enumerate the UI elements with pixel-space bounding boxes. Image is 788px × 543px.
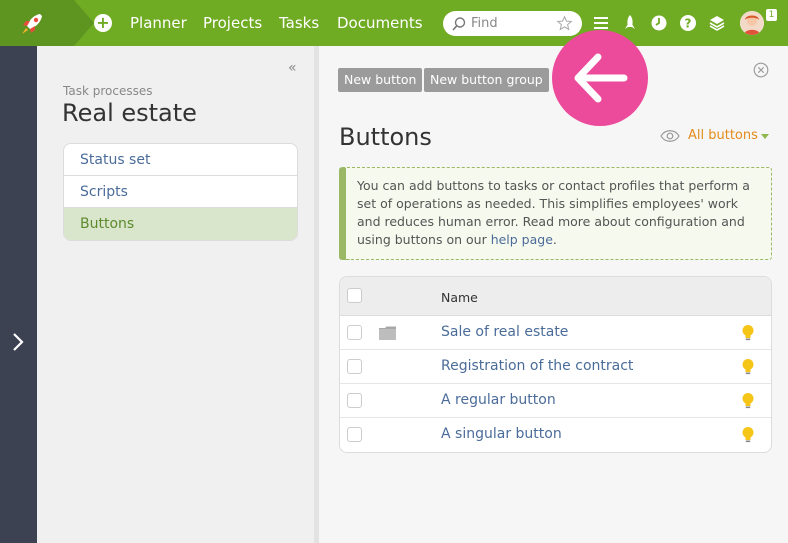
rocket-icon[interactable]: [620, 13, 640, 33]
arrow-left-icon: [574, 53, 628, 103]
lightbulb-icon[interactable]: [741, 392, 755, 410]
lightbulb-icon[interactable]: [741, 324, 755, 342]
sidebar-title: Real estate: [62, 99, 197, 127]
sidebar: « Task processes Real estate Status set …: [37, 46, 314, 543]
row-name-link[interactable]: A regular button: [441, 392, 556, 408]
help-page-link[interactable]: help page: [491, 232, 553, 247]
avatar[interactable]: [740, 11, 764, 35]
table-row[interactable]: A regular button: [340, 384, 771, 418]
search-input[interactable]: [471, 14, 556, 33]
new-button-button[interactable]: New button: [338, 68, 423, 92]
table-row[interactable]: Sale of real estate: [340, 316, 771, 350]
table-header: Name: [340, 277, 771, 316]
sidebar-item-scripts[interactable]: Scripts: [64, 176, 297, 208]
eye-icon[interactable]: [660, 129, 680, 143]
clock-icon[interactable]: [649, 13, 669, 33]
nav-tasks[interactable]: Tasks: [279, 14, 319, 32]
layers-icon[interactable]: [707, 13, 727, 33]
row-name-link[interactable]: Registration of the contract: [441, 358, 633, 374]
chevron-right-icon[interactable]: [9, 331, 27, 353]
filter-dropdown[interactable]: All buttons: [688, 128, 758, 143]
search-box[interactable]: [443, 11, 582, 36]
lightbulb-icon[interactable]: [741, 426, 755, 444]
page-title: Buttons: [339, 123, 432, 151]
row-name-link[interactable]: A singular button: [441, 426, 562, 442]
row-name-link[interactable]: Sale of real estate: [441, 324, 568, 340]
row-checkbox[interactable]: [347, 427, 362, 442]
nav-projects[interactable]: Projects: [203, 14, 262, 32]
search-icon: [452, 17, 466, 31]
caret-down-icon[interactable]: [761, 134, 769, 139]
table-row[interactable]: Registration of the contract: [340, 350, 771, 384]
help-icon[interactable]: ?: [678, 13, 698, 33]
table-row[interactable]: A singular button: [340, 418, 771, 452]
folder-icon: [379, 326, 396, 340]
collapse-sidebar-icon[interactable]: «: [288, 60, 297, 76]
sidebar-menu: Status set Scripts Buttons: [63, 143, 298, 241]
row-checkbox[interactable]: [347, 359, 362, 374]
nav-documents[interactable]: Documents: [337, 14, 423, 32]
new-button-group-button[interactable]: New button group: [424, 68, 549, 92]
collapsed-panel-strip[interactable]: [0, 46, 37, 543]
row-checkbox[interactable]: [347, 325, 362, 340]
user-avatar-icon: [740, 11, 764, 35]
row-checkbox[interactable]: [347, 393, 362, 408]
info-text-end: .: [552, 232, 557, 247]
nav-planner[interactable]: Planner: [130, 14, 187, 32]
add-icon[interactable]: +: [94, 14, 112, 32]
top-bar: + Planner Projects Tasks Documents ?: [0, 0, 788, 46]
sidebar-item-buttons[interactable]: Buttons: [64, 208, 297, 240]
notification-badge: 1: [766, 9, 777, 21]
logo-arrow-shape: [74, 0, 94, 46]
main-content: New button New button group Buttons All …: [319, 46, 788, 543]
highlight-arrow-overlay: [552, 30, 648, 126]
sidebar-item-status-set[interactable]: Status set: [64, 144, 297, 176]
buttons-table: Name Sale of real estate Registration of…: [339, 276, 772, 453]
sidebar-subtitle: Task processes: [63, 84, 153, 98]
select-all-checkbox[interactable]: [347, 288, 362, 303]
logo-area[interactable]: [0, 0, 74, 46]
info-box: You can add buttons to tasks or contact …: [339, 167, 772, 260]
star-icon[interactable]: [556, 15, 573, 32]
column-header-name[interactable]: Name: [441, 290, 478, 305]
svg-text:?: ?: [685, 17, 692, 31]
close-icon[interactable]: [753, 62, 769, 78]
lightbulb-icon[interactable]: [741, 358, 755, 376]
rocket-logo-icon: [22, 14, 42, 34]
